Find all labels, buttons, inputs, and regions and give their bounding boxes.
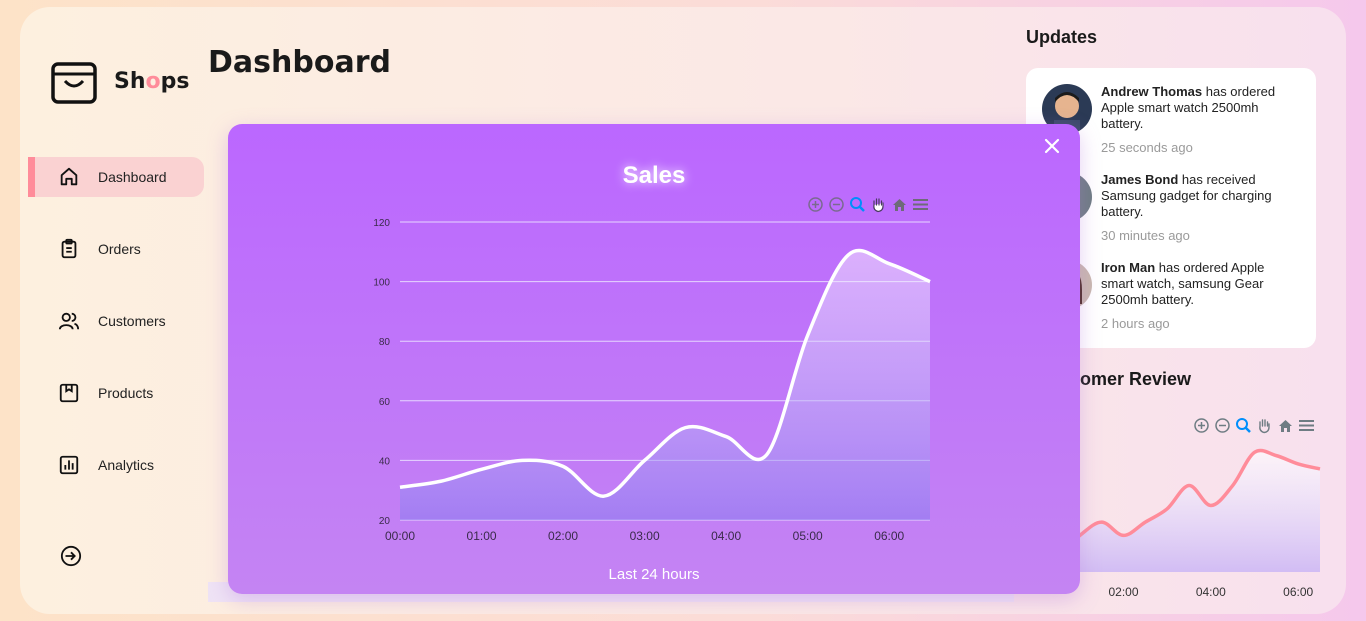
clipboard-icon <box>61 238 77 259</box>
bar-chart-icon <box>59 455 79 475</box>
y-tick-label: 120 <box>373 218 390 229</box>
y-tick-label: 60 <box>379 397 391 408</box>
logout-icon[interactable] <box>60 545 82 567</box>
brand-logo[interactable]: Shops <box>50 57 189 105</box>
sidebar-item-label: Dashboard <box>98 169 167 185</box>
x-tick-label: 02:00 <box>1108 585 1138 599</box>
x-tick-label: 03:00 <box>630 529 660 543</box>
x-tick-label: 02:00 <box>548 529 578 543</box>
y-tick-label: 20 <box>379 516 391 527</box>
sidebar-item-orders[interactable]: Orders <box>28 229 204 269</box>
sidebar-item-analytics[interactable]: Analytics <box>28 445 204 485</box>
sales-chart: 20 40 60 80 100 120 00:00 01:00 02:00 03:00 04:00 0… <box>373 218 931 543</box>
update-text: James Bond has received Samsung gadget f… <box>1101 172 1291 244</box>
customer-review-chart: 02:00 04:00 06:00 <box>1050 409 1325 604</box>
sidebar-item-label: Analytics <box>98 457 155 473</box>
y-tick-label: 100 <box>373 278 390 289</box>
zoom-in-icon[interactable] <box>1193 417 1210 434</box>
modal-subtitle: Last 24 hours <box>608 566 700 583</box>
sales-area <box>400 250 930 520</box>
brand-name: Shops <box>114 68 190 94</box>
x-tick-label: 00:00 <box>385 529 415 543</box>
x-tick-label: 06:00 <box>1283 585 1313 599</box>
page-title: Dashboard <box>208 45 391 80</box>
chart-toolbar <box>1193 417 1315 434</box>
updates-title: Updates <box>1026 27 1098 47</box>
sidebar-item-dashboard[interactable]: Dashboard <box>28 157 204 197</box>
y-tick-label: 40 <box>379 456 391 467</box>
update-time: 2 hours ago <box>1101 316 1170 331</box>
x-tick-label: 06:00 <box>874 529 904 543</box>
review-area <box>1058 450 1320 572</box>
update-time: 25 seconds ago <box>1101 140 1193 155</box>
zoom-out-icon[interactable] <box>1214 417 1231 434</box>
sidebar-menu: Dashboard Orders Customers Products Anal… <box>28 157 204 517</box>
sidebar-item-label: Products <box>98 385 154 401</box>
x-tick-label: 01:00 <box>467 529 497 543</box>
zoom-select-icon[interactable] <box>1235 417 1252 434</box>
sales-modal: Sales 20 40 60 80 100 120 00:00 01:00 02:00 03:00… <box>228 124 1080 594</box>
pan-hand-icon[interactable] <box>1256 417 1273 434</box>
box-icon <box>59 383 79 403</box>
update-text: Iron Man has ordered Apple smart watch, … <box>1101 260 1291 332</box>
sidebar-item-label: Orders <box>98 241 141 257</box>
update-text: Andrew Thomas has ordered Apple smart wa… <box>1101 84 1291 156</box>
sidebar-item-products[interactable]: Products <box>28 373 204 413</box>
home-icon <box>60 167 78 186</box>
sidebar-item-label: Customers <box>98 313 166 329</box>
reset-home-icon[interactable] <box>1277 417 1294 434</box>
shopping-bag-icon <box>51 62 97 104</box>
review-chart-svg: 02:00 04:00 06:00 <box>1056 448 1321 599</box>
update-time: 30 minutes ago <box>1101 228 1190 243</box>
y-tick-label: 80 <box>379 337 391 348</box>
sidebar-item-customers[interactable]: Customers <box>28 301 204 341</box>
users-icon <box>58 312 80 330</box>
app-window: Shops Dashboard Orders Customers Product… <box>20 7 1346 614</box>
x-tick-label: 04:00 <box>711 529 741 543</box>
menu-icon[interactable] <box>1298 417 1315 434</box>
x-tick-label: 05:00 <box>793 529 823 543</box>
x-tick-label: 04:00 <box>1196 585 1226 599</box>
